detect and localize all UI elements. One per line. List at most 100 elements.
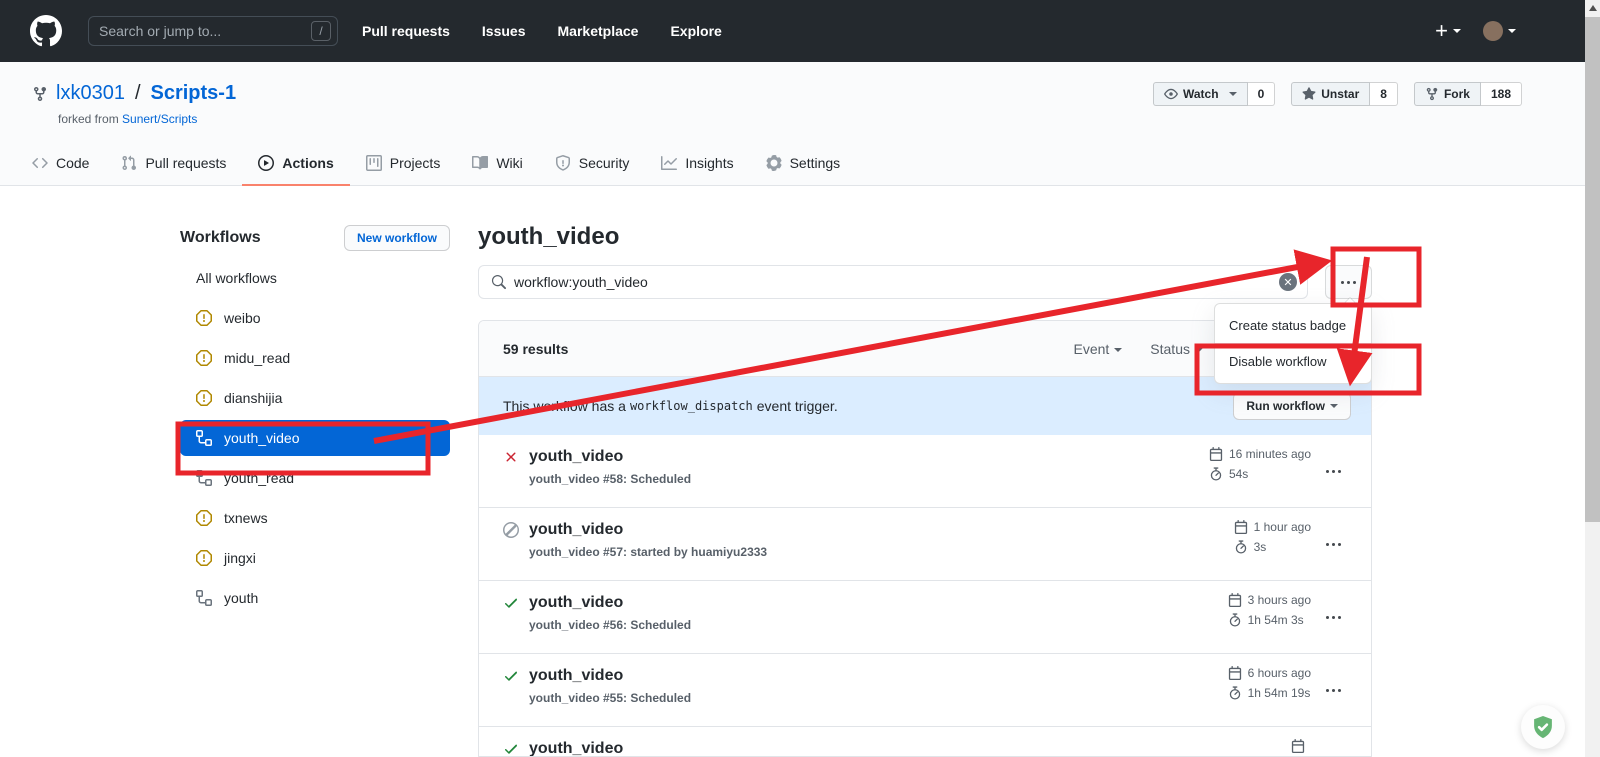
sidebar-item-txnews[interactable]: txnews: [180, 498, 450, 538]
fork-count[interactable]: 188: [1481, 82, 1522, 106]
watch-count[interactable]: 0: [1248, 82, 1276, 106]
tab-insights[interactable]: Insights: [645, 143, 749, 186]
workflows-list: All workflows weibo midu_read dianshijia…: [180, 258, 450, 618]
run-time: 16 minutes ago: [1229, 447, 1311, 461]
workflow-dispatch-banner: This workflow has a workflow_dispatch ev…: [479, 377, 1371, 435]
github-logo-icon[interactable]: [30, 15, 62, 47]
repo-action-buttons: Watch 0 Unstar 8 Fork 188: [1153, 82, 1522, 106]
warning-icon: [196, 310, 212, 326]
nav-marketplace[interactable]: Marketplace: [558, 23, 639, 39]
run-options-button[interactable]: [1311, 435, 1355, 507]
sidebar-item-dianshijia[interactable]: dianshijia: [180, 378, 450, 418]
slash-key-hint: /: [311, 21, 331, 41]
global-search-input[interactable]: [99, 23, 311, 39]
play-icon: [258, 155, 274, 171]
clear-search-button[interactable]: ✕: [1279, 273, 1297, 291]
run-title-link[interactable]: youth_video: [529, 738, 623, 757]
watch-button[interactable]: Watch: [1153, 82, 1248, 106]
new-workflow-button[interactable]: New workflow: [344, 225, 450, 251]
run-options-button[interactable]: [1311, 581, 1355, 653]
workflows-title: Workflows: [180, 229, 261, 247]
workflows-sidebar-header: Workflows New workflow: [180, 224, 450, 252]
chevron-down-icon: [1330, 404, 1338, 412]
sidebar-item-youth-read[interactable]: youth_read: [180, 458, 450, 498]
run-options-button[interactable]: [1311, 654, 1355, 726]
tab-code[interactable]: Code: [16, 143, 105, 186]
vertical-scrollbar[interactable]: [1585, 0, 1600, 757]
event-filter[interactable]: Event: [1073, 341, 1122, 357]
run-title-link[interactable]: youth_video: [529, 519, 767, 541]
run-duration: 1h 54m 19s: [1248, 686, 1311, 700]
run-filters: Event Status: [1073, 341, 1203, 357]
tab-wiki[interactable]: Wiki: [456, 143, 538, 186]
repo-forked-icon: [1425, 87, 1439, 101]
nav-pull-requests[interactable]: Pull requests: [362, 23, 450, 39]
sidebar-item-all-workflows[interactable]: All workflows: [180, 258, 450, 298]
sidebar-item-youth-video[interactable]: youth_video: [180, 420, 450, 456]
workflow-runs-search[interactable]: ✕: [478, 265, 1308, 299]
star-count[interactable]: 8: [1370, 82, 1398, 106]
menu-item-disable-workflow[interactable]: Disable workflow: [1215, 343, 1371, 379]
tab-pull-requests[interactable]: Pull requests: [105, 143, 242, 186]
star-icon: [1302, 87, 1316, 101]
run-subtitle: youth_video #57: started by huamiyu2333: [529, 543, 767, 561]
scrollbar-thumb[interactable]: [1585, 17, 1600, 522]
chevron-down-icon: [1229, 92, 1237, 100]
stopwatch-icon: [1234, 540, 1248, 554]
run-options-button[interactable]: [1311, 727, 1355, 757]
kebab-horizontal-icon: [1326, 689, 1341, 692]
sidebar-item-jingxi[interactable]: jingxi: [180, 538, 450, 578]
run-duration: 3s: [1254, 540, 1267, 554]
global-search[interactable]: /: [88, 16, 338, 46]
forked-from: forked from Sunert/Scripts: [58, 112, 197, 126]
tab-projects[interactable]: Projects: [350, 143, 457, 186]
tab-actions[interactable]: Actions: [242, 143, 349, 186]
code-icon: [32, 155, 48, 171]
kebab-horizontal-icon: [1326, 470, 1341, 473]
star-group: Unstar 8: [1291, 82, 1398, 106]
banner-text-suffix: event trigger.: [757, 398, 838, 414]
fork-group: Fork 188: [1414, 82, 1522, 106]
unstar-button[interactable]: Unstar: [1291, 82, 1370, 106]
sidebar-item-midu-read[interactable]: midu_read: [180, 338, 450, 378]
menu-item-create-status-badge[interactable]: Create status badge: [1215, 308, 1371, 343]
status-filter[interactable]: Status: [1150, 341, 1203, 357]
tab-settings[interactable]: Settings: [750, 143, 857, 186]
avatar[interactable]: [1483, 21, 1503, 41]
sidebar-item-youth[interactable]: youth: [180, 578, 450, 618]
chevron-down-icon: [1195, 348, 1203, 356]
repo-title: lxk0301 / Scripts-1: [32, 82, 236, 105]
adguard-badge[interactable]: [1521, 705, 1565, 749]
banner-code: workflow_dispatch: [626, 399, 757, 413]
run-subtitle: youth_video #56: Scheduled: [529, 616, 691, 634]
create-new-menu[interactable]: +: [1435, 20, 1461, 42]
run-options-button[interactable]: [1311, 508, 1355, 580]
run-title-link[interactable]: youth_video: [529, 592, 691, 614]
run-title-link[interactable]: youth_video: [529, 446, 691, 468]
repo-owner-link[interactable]: lxk0301: [56, 82, 125, 105]
user-menu[interactable]: [1483, 21, 1516, 41]
run-subtitle: youth_video #58: Scheduled: [529, 470, 691, 488]
workflow-icon: [196, 590, 212, 606]
run-title-link[interactable]: youth_video: [529, 665, 691, 687]
calendar-icon: [1291, 739, 1305, 753]
fork-button[interactable]: Fork: [1414, 82, 1481, 106]
workflow-options-menu: Create status badge Disable workflow: [1214, 303, 1372, 384]
run-row: youth_video youth_video #58: Scheduled 1…: [479, 435, 1371, 508]
kebab-horizontal-icon: [1326, 616, 1341, 619]
workflow-runs-search-input[interactable]: [514, 274, 1271, 290]
watch-group: Watch 0: [1153, 82, 1275, 106]
scrollbar-up-arrow[interactable]: [1585, 0, 1600, 16]
sidebar-item-weibo[interactable]: weibo: [180, 298, 450, 338]
circle-slash-cancelled-icon: [503, 522, 519, 538]
header-nav: Pull requests Issues Marketplace Explore: [362, 23, 722, 39]
repo-name-link[interactable]: Scripts-1: [151, 82, 237, 105]
forked-from-link[interactable]: Sunert/Scripts: [122, 112, 197, 126]
run-workflow-button[interactable]: Run workflow: [1233, 392, 1351, 420]
tab-security[interactable]: Security: [539, 143, 646, 186]
nav-issues[interactable]: Issues: [482, 23, 526, 39]
workflow-runs-panel: 59 results Event Status This workflow ha…: [478, 320, 1372, 757]
page-title: youth_video: [478, 223, 619, 251]
nav-explore[interactable]: Explore: [670, 23, 721, 39]
banner-text-prefix: This workflow has a: [503, 398, 626, 414]
